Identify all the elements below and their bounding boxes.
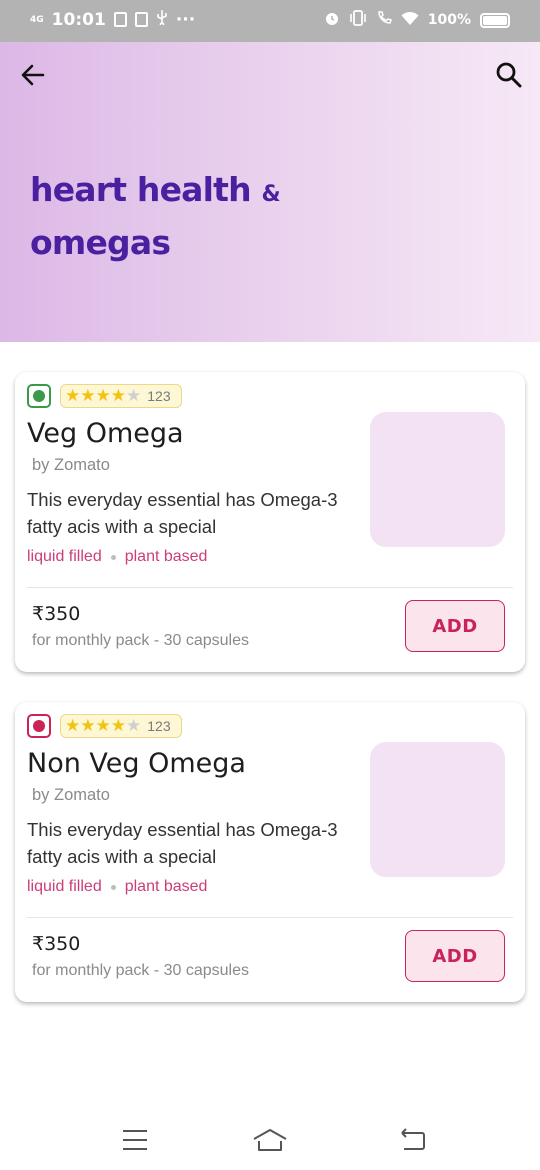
battery-percent: 100% [427,12,471,28]
status-more-icon: ··· [175,9,196,30]
vibrate-icon [349,10,367,30]
tag-separator [110,554,116,560]
battery-icon [480,12,510,28]
title-ampersand: & [261,182,281,207]
product-image[interactable] [370,412,505,547]
product-description: This everyday essential has Omega-3 fatt… [27,489,338,537]
status-bar: 4G 10:01 ··· 100% [0,0,540,42]
star-filled-icon: ★ [65,716,81,736]
non-veg-indicator-icon [27,714,51,738]
star-filled-icon: ★ [95,716,111,736]
product-name[interactable]: Non Veg Omega [27,748,246,780]
recent-apps-button[interactable] [115,1122,155,1158]
product-price: ₹350 [32,603,81,625]
usb-icon [156,9,168,30]
rating-count: 123 [147,718,171,734]
search-icon [496,62,522,88]
search-button[interactable] [494,60,524,90]
percent-app-icon [134,12,148,27]
star-filled-icon: ★ [80,386,96,406]
nav-back-button[interactable] [392,1122,432,1158]
wifi-icon [401,11,419,30]
system-nav-bar [0,1112,540,1170]
alarm-icon [324,10,340,30]
product-price: ₹350 [32,933,81,955]
tag: liquid filled [27,548,102,565]
star-filled-icon: ★ [65,386,81,406]
wifi-call-icon [376,10,392,30]
product-card[interactable]: ★ ★ ★ ★ ★ 123 Veg Omega by Zomato This e… [15,372,525,672]
title-line-2: omegas [30,223,171,262]
veg-indicator-icon [27,384,51,408]
price-note: for monthly pack - 30 capsules [32,962,249,979]
clipboard-icon [113,12,127,27]
price-note: for monthly pack - 30 capsules [32,632,249,649]
star-filled-icon: ★ [80,716,96,736]
network-indicator: 4G [30,14,44,25]
back-button[interactable] [18,60,48,90]
status-right: 100% [324,10,510,30]
star-filled-icon: ★ [110,386,126,406]
product-brand: by Zomato [32,456,110,474]
divider [27,917,513,918]
star-filled-icon: ★ [95,386,111,406]
star-empty-icon: ★ [126,716,142,736]
rating-stars: ★ ★ ★ ★ ★ [65,386,141,406]
home-button[interactable] [250,1122,290,1158]
rating-stars: ★ ★ ★ ★ ★ [65,716,141,736]
star-filled-icon: ★ [110,716,126,736]
menu-icon [123,1130,147,1150]
tag: plant based [124,548,208,565]
category-header: heart health & omegas [0,42,540,342]
title-line-1: heart health [30,170,252,209]
star-empty-icon: ★ [126,386,142,406]
home-icon [253,1129,287,1151]
product-description: This everyday essential has Omega-3 fatt… [27,819,338,867]
add-button[interactable]: ADD [405,600,505,652]
rating-badge: ★ ★ ★ ★ ★ 123 [60,384,182,408]
status-time: 10:01 [51,9,106,30]
product-image[interactable] [370,742,505,877]
add-button[interactable]: ADD [405,930,505,982]
product-brand: by Zomato [32,786,110,804]
rating-count: 123 [147,388,171,404]
page-title: heart health & omegas [30,166,281,267]
product-tags: liquid filled plant based [27,548,207,566]
status-left: 4G 10:01 ··· [30,9,195,30]
tag: liquid filled [27,878,102,895]
product-tags: liquid filled plant based [27,878,207,896]
rating-badge: ★ ★ ★ ★ ★ 123 [60,714,182,738]
divider [27,587,513,588]
product-name[interactable]: Veg Omega [27,418,184,450]
tag-separator [110,884,116,890]
product-card[interactable]: ★ ★ ★ ★ ★ 123 Non Veg Omega by Zomato Th… [15,702,525,1002]
back-icon [401,1128,425,1150]
arrow-left-icon [21,64,45,86]
tag: plant based [124,878,208,895]
